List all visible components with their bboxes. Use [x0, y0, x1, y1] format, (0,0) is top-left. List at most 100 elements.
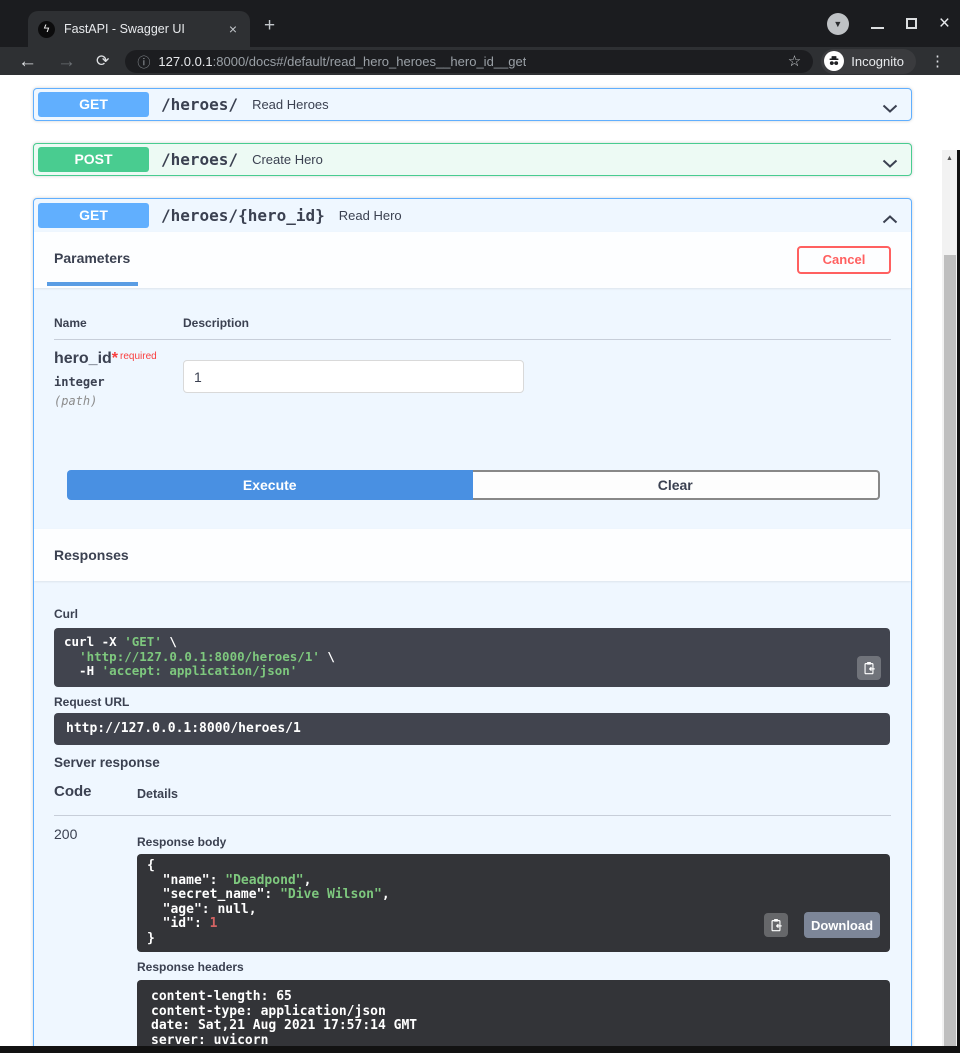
swagger-page: GET /heroes/ Read Heroes POST /heroes/ C…	[0, 75, 960, 1053]
code-text: }	[147, 930, 155, 946]
tab-title: FastAPI - Swagger UI	[64, 22, 185, 36]
download-button[interactable]: Download	[804, 912, 880, 938]
code-string: 'accept: application/json'	[101, 663, 298, 678]
scroll-up-icon[interactable]: ▲	[942, 152, 957, 166]
required-star: *	[111, 350, 119, 367]
code-key: "id":	[147, 916, 210, 932]
code-string: "Dive Wilson"	[280, 887, 382, 903]
cancel-button[interactable]: Cancel	[797, 246, 891, 274]
curl-line: -H 'accept: application/json'	[64, 663, 880, 679]
code-text: ,	[248, 901, 257, 917]
code-key: "secret_name":	[147, 887, 281, 903]
scrollbar-thumb[interactable]	[943, 255, 956, 1053]
window-bottom-edge	[0, 1046, 960, 1053]
json-line: "name": "Deadpond",	[147, 872, 880, 889]
execute-button-group: Execute Clear	[67, 470, 880, 500]
code-text: curl -X	[64, 634, 125, 649]
server-response-label: Server response	[54, 755, 160, 770]
operation-get-heroes[interactable]: GET /heroes/ Read Heroes	[33, 88, 912, 121]
code-string: 'GET'	[124, 634, 162, 649]
operation-summary: Read Hero	[338, 208, 402, 223]
request-url-text: http://127.0.0.1:8000/heroes/1	[66, 721, 301, 736]
tab-parameters[interactable]: Parameters	[54, 250, 130, 266]
curl-line: 'http://127.0.0.1:8000/heroes/1' \	[64, 648, 880, 665]
incognito-icon	[824, 51, 845, 71]
code-text: \	[319, 648, 335, 664]
method-badge-get: GET	[38, 203, 149, 228]
operation-post-heroes[interactable]: POST /heroes/ Create Hero	[33, 143, 912, 176]
url-text: 127.0.0.1:8000/docs#/default/read_hero_h…	[158, 54, 526, 69]
page-scrollbar[interactable]: ▲ ▼	[942, 150, 957, 1053]
response-headers-label: Response headers	[137, 960, 244, 974]
address-bar[interactable]: ⓘ 127.0.0.1:8000/docs#/default/read_hero…	[125, 49, 814, 73]
maximize-icon[interactable]	[905, 18, 917, 29]
code-text: -H	[64, 663, 102, 678]
code-string: 'http://127.0.0.1:8000/heroes/1'	[79, 648, 320, 664]
clear-button[interactable]: Clear	[472, 470, 880, 500]
curl-code-block: curl -X 'GET' \ 'http://127.0.0.1:8000/h…	[54, 628, 890, 687]
tab-close-icon[interactable]: ×	[226, 21, 240, 37]
code-text: ,	[381, 887, 390, 903]
code-string: "Deadpond"	[225, 872, 304, 888]
code-column-label: Code	[54, 783, 92, 800]
forward-icon[interactable]: →	[47, 52, 86, 71]
operation-summary: Read Heroes	[252, 97, 329, 112]
parameter-name: hero_id* required	[54, 350, 157, 368]
operation-header[interactable]: GET /heroes/ Read Heroes	[34, 89, 911, 120]
minimize-icon[interactable]	[870, 26, 884, 29]
method-badge-post: POST	[38, 147, 149, 172]
browser-toolbar: ← → ⟳ ⓘ 127.0.0.1:8000/docs#/default/rea…	[0, 47, 960, 75]
operation-path: /heroes/	[161, 150, 239, 169]
operation-get-hero-expanded: GET /heroes/{hero_id} Read Hero Paramete…	[33, 198, 912, 1053]
chevron-down-icon[interactable]	[882, 155, 898, 173]
code-number: 1	[209, 916, 218, 932]
incognito-label: Incognito	[851, 53, 904, 69]
details-column-label: Details	[137, 787, 178, 801]
fastapi-favicon-icon: ϟ	[38, 20, 55, 38]
code-text: \	[161, 634, 177, 649]
back-icon[interactable]: ←	[8, 52, 47, 71]
table-divider	[54, 815, 891, 816]
browser-menu-icon[interactable]: ⋮	[924, 52, 952, 70]
response-body-label: Response body	[137, 835, 227, 849]
responses-section-header: Responses	[34, 529, 911, 581]
required-label: required	[120, 351, 157, 362]
site-info-icon[interactable]: ⓘ	[137, 52, 150, 71]
operation-header[interactable]: GET /heroes/{hero_id} Read Hero	[34, 199, 911, 232]
copy-to-clipboard-button[interactable]	[764, 913, 788, 937]
parameter-type: integer	[54, 375, 105, 389]
incognito-badge: Incognito	[821, 48, 916, 74]
json-line: {	[147, 858, 880, 874]
parameter-location: (path)	[54, 394, 98, 408]
method-badge-get: GET	[38, 92, 149, 117]
reload-icon[interactable]: ⟳	[86, 52, 119, 71]
window-controls: ▼ ×	[826, 0, 950, 47]
responses-title: Responses	[54, 547, 129, 563]
chevron-up-icon[interactable]	[882, 211, 898, 229]
execute-button[interactable]: Execute	[67, 470, 473, 500]
window-close-icon[interactable]: ×	[939, 14, 950, 33]
json-line: "secret_name": "Dive Wilson",	[147, 887, 880, 903]
bookmark-star-icon[interactable]: ☆	[788, 52, 801, 70]
new-tab-button[interactable]: +	[264, 16, 275, 35]
operation-header[interactable]: POST /heroes/ Create Hero	[34, 144, 911, 175]
copy-to-clipboard-button[interactable]	[857, 656, 881, 680]
code-text: ,	[303, 872, 312, 888]
header-line: content-length: 65	[151, 989, 292, 1004]
hero-id-input[interactable]	[183, 360, 524, 393]
browser-update-icon[interactable]: ▼	[826, 12, 849, 35]
table-divider	[54, 339, 891, 340]
browser-tab[interactable]: ϟ FastAPI - Swagger UI ×	[28, 11, 250, 47]
header-line: date: Sat,21 Aug 2021 17:57:14 GMT	[151, 1018, 418, 1033]
response-headers-block: content-length: 65 content-type: applica…	[137, 980, 890, 1052]
url-host: 127.0.0.1	[158, 53, 213, 69]
chevron-down-icon[interactable]	[882, 100, 898, 118]
code-key: "age":	[147, 901, 218, 917]
column-description-label: Description	[183, 316, 250, 330]
parameters-section-header: Parameters Cancel	[34, 232, 911, 288]
curl-label: Curl	[54, 607, 78, 621]
code-text: {	[147, 858, 155, 873]
parameter-name-text: hero_id	[54, 350, 112, 367]
curl-line: curl -X 'GET' \	[64, 634, 880, 650]
